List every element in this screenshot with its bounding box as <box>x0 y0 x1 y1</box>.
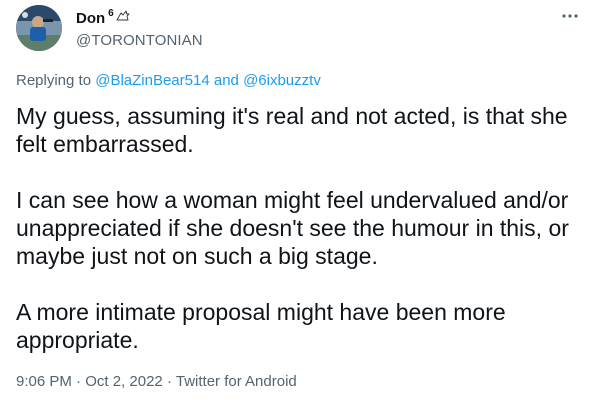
tweet-card: Don 6 @TORONTONIAN Replying to @BlaZinBe… <box>0 0 598 402</box>
avatar-image <box>16 5 62 51</box>
avatar[interactable] <box>16 5 62 51</box>
tweet-source: Twitter for Android <box>175 373 297 390</box>
tweet-date-link[interactable]: Oct 2, 2022 <box>85 373 163 390</box>
tweet-paragraph: My guess, assuming it's real and not act… <box>16 103 568 157</box>
author-display-name[interactable]: Don <box>76 10 105 28</box>
author-name-row[interactable]: Don 6 <box>76 8 131 28</box>
tweet-text: My guess, assuming it's real and not act… <box>16 102 582 382</box>
meta-separator: · <box>76 373 82 390</box>
tweet-paragraph: I can see how a woman might feel underva… <box>16 187 569 269</box>
bird-icon <box>116 10 130 21</box>
author-name-superscript: 6 <box>108 8 114 19</box>
reply-prefix: Replying to <box>16 72 92 89</box>
meta-separator: · <box>166 373 172 390</box>
reply-mention-link[interactable]: @6ixbuzztv <box>243 72 321 89</box>
author-handle[interactable]: @TORONTONIAN <box>76 32 203 50</box>
more-horizontal-icon[interactable] <box>560 8 580 24</box>
reply-context: Replying to @BlaZinBear514 and @6ixbuzzt… <box>16 72 321 90</box>
tweet-paragraph: A more intimate proposal might have been… <box>16 299 506 353</box>
tweet-time-link[interactable]: 9:06 PM <box>16 373 72 390</box>
reply-joiner: and <box>213 72 239 89</box>
reply-mention-link[interactable]: @BlaZinBear514 <box>95 72 209 89</box>
tweet-metadata: 9:06 PM · Oct 2, 2022 · Twitter for Andr… <box>16 373 297 391</box>
